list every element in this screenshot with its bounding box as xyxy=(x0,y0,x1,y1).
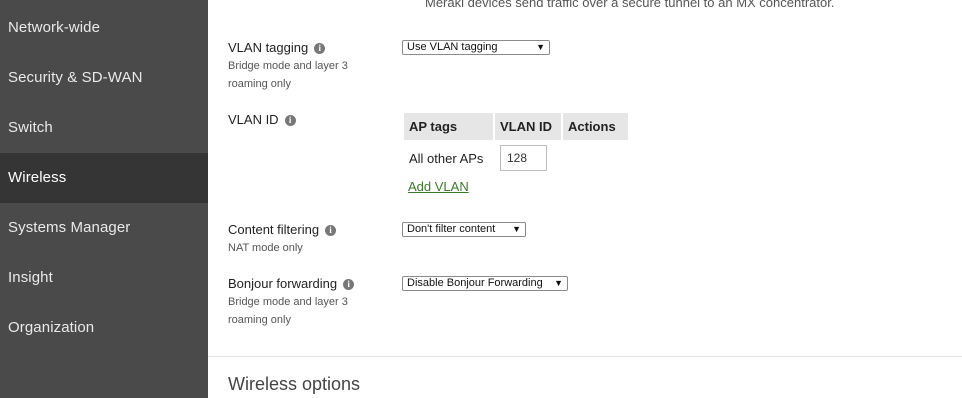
table-header-actions: Actions xyxy=(563,113,628,140)
vlan-tagging-label: VLAN tagging i xyxy=(228,40,326,55)
bonjour-forwarding-select[interactable]: Disable Bonjour Forwarding ▼ xyxy=(402,276,568,291)
chevron-down-icon: ▼ xyxy=(512,224,521,234)
sidebar-item-organization[interactable]: Organization xyxy=(0,303,208,353)
sidebar-item-switch[interactable]: Switch xyxy=(0,103,208,153)
bonjour-forwarding-sub: Bridge mode and layer 3 roaming only xyxy=(228,296,348,326)
vlan-id-label: VLAN ID i xyxy=(228,112,296,127)
bonjour-forwarding-label: Bonjour forwarding i xyxy=(228,276,355,291)
table-header-vlan-id: VLAN ID xyxy=(495,113,561,140)
content-filtering-select-value: Don't filter content xyxy=(407,223,496,235)
add-vlan-link[interactable]: Add VLAN xyxy=(408,179,469,194)
vlan-tagging-label-text: VLAN tagging xyxy=(228,40,309,55)
wireless-options-title: Wireless options xyxy=(228,374,361,394)
table-cell-ap-tags: All other APs xyxy=(409,151,484,166)
info-icon[interactable]: i xyxy=(343,279,355,290)
tunnel-note: Meraki devices send traffic over a secur… xyxy=(425,0,835,10)
vlan-id-label-text: VLAN ID xyxy=(228,112,279,127)
content-filtering-label: Content filtering i xyxy=(228,222,337,237)
info-icon[interactable]: i xyxy=(314,43,326,54)
vlan-tagging-select[interactable]: Use VLAN tagging ▼ xyxy=(402,40,550,55)
bonjour-forwarding-select-value: Disable Bonjour Forwarding xyxy=(407,277,543,289)
sidebar-item-wireless[interactable]: Wireless xyxy=(0,153,208,203)
sidebar-item-systems-manager[interactable]: Systems Manager xyxy=(0,203,208,253)
main-content: Meraki devices send traffic over a secur… xyxy=(208,0,962,398)
content-filtering-sub: NAT mode only xyxy=(228,242,303,254)
content-filtering-select[interactable]: Don't filter content ▼ xyxy=(402,222,526,237)
content-filtering-label-text: Content filtering xyxy=(228,222,320,237)
sidebar-item-insight[interactable]: Insight xyxy=(0,253,208,303)
sidebar: Network-wide Security & SD-WAN Switch Wi… xyxy=(0,0,208,398)
info-icon[interactable]: i xyxy=(325,225,337,236)
table-header-ap-tags: AP tags xyxy=(404,113,493,140)
bonjour-forwarding-label-text: Bonjour forwarding xyxy=(228,276,338,291)
vlan-id-input[interactable]: 128 xyxy=(500,145,547,171)
chevron-down-icon: ▼ xyxy=(554,278,563,288)
sidebar-item-network-wide[interactable]: Network-wide xyxy=(0,3,208,53)
chevron-down-icon: ▼ xyxy=(536,42,545,52)
vlan-tagging-select-value: Use VLAN tagging xyxy=(407,41,498,53)
vlan-tagging-sub: Bridge mode and layer 3 roaming only xyxy=(228,60,348,90)
info-icon[interactable]: i xyxy=(284,115,296,126)
sidebar-item-security-sd-wan[interactable]: Security & SD-WAN xyxy=(0,53,208,103)
section-divider xyxy=(208,356,962,357)
